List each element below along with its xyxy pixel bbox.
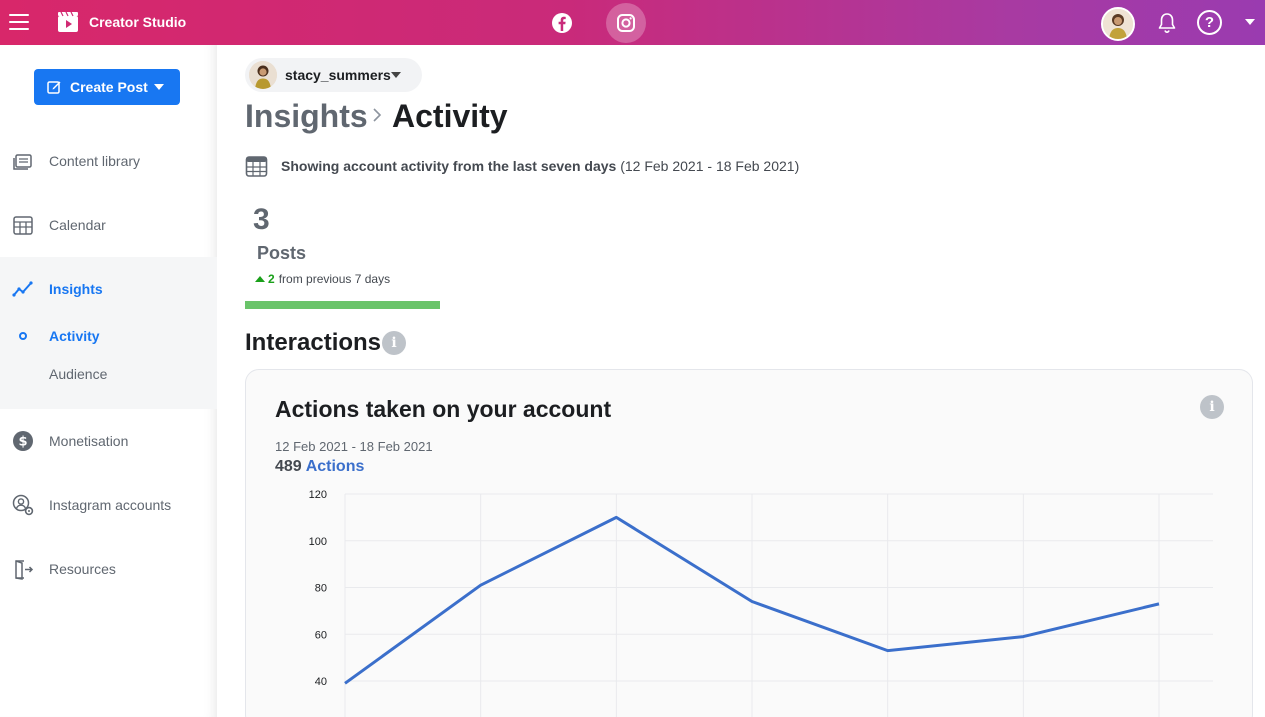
chart-date-range: 12 Feb 2021 - 18 Feb 2021 bbox=[275, 439, 433, 454]
sidebar: Create Post Content library Calendar Ins… bbox=[0, 45, 217, 717]
chevron-down-icon bbox=[391, 72, 401, 78]
posts-metric-card[interactable]: 3 Posts 2 from previous 7 days bbox=[245, 195, 440, 309]
page-title: Activity bbox=[392, 98, 508, 134]
notifications-bell-icon[interactable] bbox=[1155, 11, 1179, 35]
sidebar-item-calendar[interactable]: Calendar bbox=[0, 206, 217, 246]
chart-title: Actions taken on your account bbox=[275, 396, 612, 422]
profile-avatar[interactable] bbox=[1101, 7, 1135, 41]
posts-delta-text: from previous 7 days bbox=[278, 272, 391, 286]
menu-icon[interactable] bbox=[9, 14, 29, 30]
y-tick-label: 40 bbox=[315, 676, 327, 688]
app-title: Creator Studio bbox=[89, 14, 187, 30]
insights-chart-icon bbox=[12, 281, 33, 297]
sidebar-item-label: Content library bbox=[49, 153, 141, 169]
avatar-image-icon bbox=[1103, 9, 1133, 39]
top-bar: Creator Studio ? bbox=[0, 0, 1265, 45]
account-avatar bbox=[249, 61, 277, 89]
avatar-image-icon bbox=[249, 61, 277, 89]
chevron-down-icon bbox=[154, 84, 164, 90]
date-range-dates: (12 Feb 2021 - 18 Feb 2021) bbox=[620, 158, 800, 174]
chart-total: 489 Actions bbox=[275, 458, 364, 476]
sidebar-item-monetisation[interactable]: $ Monetisation bbox=[0, 422, 217, 462]
trend-up-icon bbox=[255, 276, 265, 282]
sidebar-item-insights[interactable]: Insights bbox=[0, 270, 217, 310]
y-tick-label: 100 bbox=[309, 536, 327, 548]
sidebar-item-content-library[interactable]: Content library bbox=[0, 142, 217, 182]
account-menu-chevron-down-icon[interactable] bbox=[1245, 19, 1255, 25]
calendar-icon bbox=[245, 156, 268, 177]
chart-total-label: Actions bbox=[305, 458, 365, 475]
actions-chart-card: Actions taken on your account i 12 Feb 2… bbox=[245, 369, 1253, 717]
active-dot-icon bbox=[19, 332, 27, 340]
create-post-label: Create Post bbox=[70, 79, 148, 95]
y-tick-label: 60 bbox=[315, 629, 327, 641]
chart-total-value: 489 bbox=[275, 458, 302, 475]
sidebar-item-label: Calendar bbox=[49, 217, 106, 233]
posts-delta: 2 from previous 7 days bbox=[255, 272, 390, 286]
facebook-icon[interactable] bbox=[549, 10, 575, 36]
posts-delta-value: 2 bbox=[268, 272, 275, 286]
info-icon[interactable]: i bbox=[382, 331, 406, 355]
y-tick-label: 80 bbox=[315, 583, 327, 595]
sidebar-item-label: Instagram accounts bbox=[49, 497, 172, 513]
sidebar-item-label: Insights bbox=[49, 281, 103, 297]
actions-line-chart: 40 60 80 100 120 bbox=[309, 489, 1213, 717]
svg-text:$: $ bbox=[18, 435, 27, 450]
sidebar-item-label: Monetisation bbox=[49, 433, 129, 449]
help-icon[interactable]: ? bbox=[1197, 10, 1222, 35]
instagram-icon bbox=[617, 14, 635, 32]
insights-section: Insights Activity Audience bbox=[0, 257, 217, 409]
sidebar-subitem-activity[interactable]: Activity bbox=[0, 321, 217, 351]
breadcrumb-insights[interactable]: Insights bbox=[245, 98, 368, 135]
calendar-icon bbox=[13, 216, 33, 235]
sidebar-subitem-label: Audience bbox=[49, 366, 108, 382]
posts-label: Posts bbox=[257, 243, 307, 263]
date-range-text: Showing account activity from the last s… bbox=[281, 158, 799, 174]
account-switcher[interactable]: stacy_summers bbox=[245, 58, 422, 92]
sidebar-subitem-label: Activity bbox=[49, 328, 100, 344]
account-username: stacy_summers bbox=[285, 67, 391, 83]
sidebar-item-resources[interactable]: Resources bbox=[0, 550, 217, 590]
chevron-right-icon bbox=[373, 108, 382, 122]
posts-count: 3 bbox=[253, 203, 270, 236]
interactions-heading: Interactions bbox=[245, 329, 382, 356]
exit-door-icon bbox=[15, 560, 34, 580]
date-range-label: Showing account activity from the last s… bbox=[281, 158, 617, 174]
sidebar-subitem-audience[interactable]: Audience bbox=[0, 359, 217, 389]
dollar-icon: $ bbox=[13, 431, 33, 451]
y-tick-label: 120 bbox=[309, 489, 327, 501]
instagram-tab[interactable] bbox=[606, 3, 646, 43]
content-library-icon bbox=[13, 154, 32, 170]
create-post-button[interactable]: Create Post bbox=[34, 69, 180, 105]
compose-icon bbox=[47, 81, 61, 94]
account-settings-icon bbox=[12, 494, 34, 516]
sidebar-item-label: Resources bbox=[49, 561, 116, 577]
selected-metric-indicator bbox=[245, 301, 440, 309]
info-icon[interactable]: i bbox=[1200, 395, 1224, 419]
creator-studio-logo-icon bbox=[58, 11, 78, 32]
sidebar-item-instagram-accounts[interactable]: Instagram accounts bbox=[0, 486, 217, 526]
